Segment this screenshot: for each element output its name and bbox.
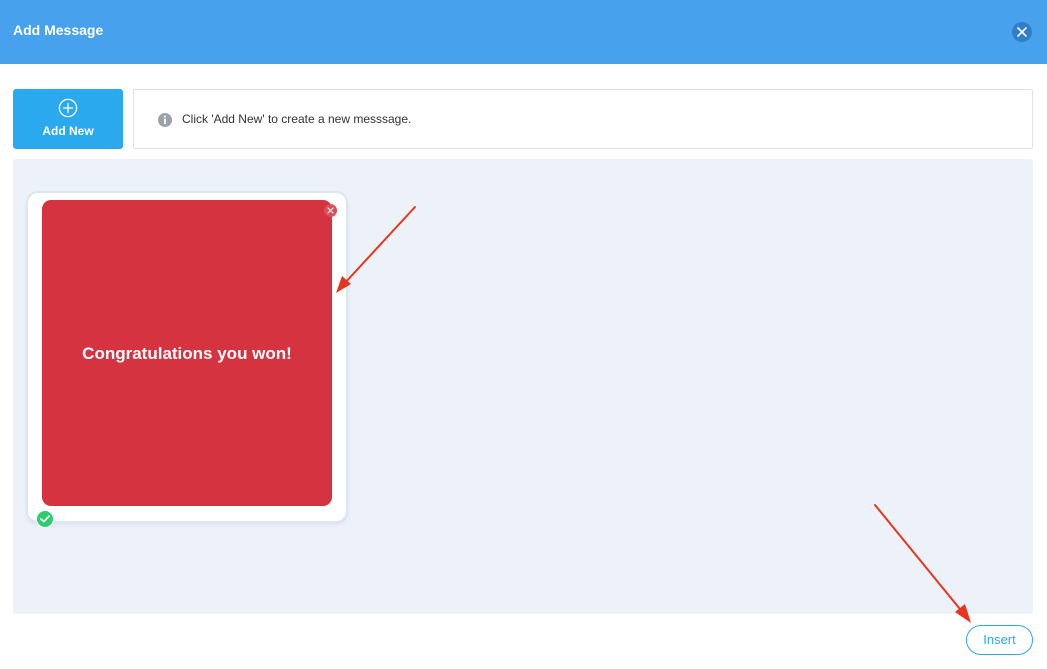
modal-title: Add Message [13,22,104,38]
message-text: Congratulations you won! [82,344,292,363]
check-circle-icon [40,515,50,523]
close-button[interactable] [1012,22,1032,42]
selected-badge [36,510,54,528]
plus-circle-icon [58,98,78,118]
close-icon [1017,27,1027,37]
add-message-modal: Add Message Add New Click 'Add New' to c… [0,0,1047,669]
insert-button[interactable]: Insert [966,625,1033,655]
info-text: Click 'Add New' to create a new messsage… [182,112,412,126]
info-banner: Click 'Add New' to create a new messsage… [133,89,1033,149]
add-new-button[interactable]: Add New [13,89,123,149]
message-preview: Congratulations you won! [42,200,337,506]
remove-message-button[interactable] [324,204,337,217]
message-card[interactable]: Congratulations you won! [28,193,346,521]
modal-header: Add Message [0,0,1047,64]
add-new-label: Add New [42,124,94,138]
close-icon [327,207,334,214]
info-icon [158,113,172,127]
